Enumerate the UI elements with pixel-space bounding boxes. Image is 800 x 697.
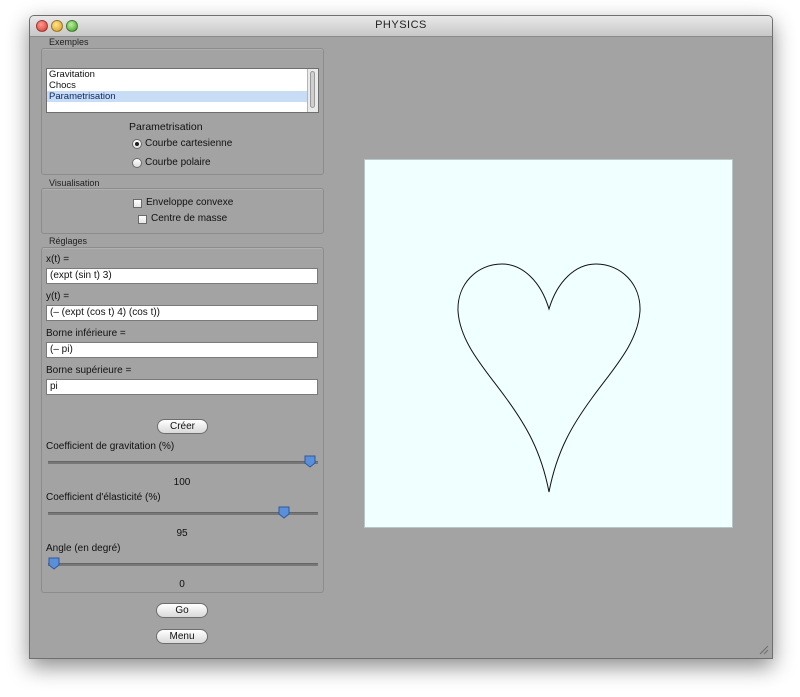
radio-label-polaire[interactable]: Courbe polaire xyxy=(145,157,211,168)
x-field-label: x(t) = xyxy=(46,254,70,265)
visualisation-group-label: Visualisation xyxy=(49,178,100,188)
elasticite-slider-thumb[interactable] xyxy=(278,506,290,519)
x-expression-input[interactable]: (expt (sin t) 3) xyxy=(46,268,318,284)
checkbox-enveloppe-convexe[interactable] xyxy=(133,199,142,208)
checkbox-label-centre[interactable]: Centre de masse xyxy=(151,213,227,224)
menu-button[interactable]: Menu xyxy=(156,629,208,644)
list-item-selected[interactable]: Parametrisation xyxy=(47,91,318,102)
radio-courbe-polaire[interactable] xyxy=(132,158,142,168)
gravitation-slider-track[interactable] xyxy=(48,461,318,464)
elasticite-value: 95 xyxy=(176,528,188,539)
exemples-group: Gravitation Chocs Parametrisation Parame… xyxy=(41,48,324,175)
angle-value: 0 xyxy=(179,579,185,590)
radio-label-cartesienne[interactable]: Courbe cartesienne xyxy=(145,138,232,149)
gravitation-label: Coefficient de gravitation (%) xyxy=(46,441,175,452)
upper-bound-input[interactable]: pi xyxy=(46,379,318,395)
window-title: PHYSICS xyxy=(375,19,427,31)
lower-bound-input[interactable]: (– pi) xyxy=(46,342,318,358)
y-expression-input[interactable]: (– (expt (cos t) 4) (cos t)) xyxy=(46,305,318,321)
resize-grip-icon[interactable] xyxy=(757,643,769,655)
y-field-label: y(t) = xyxy=(46,291,70,302)
lower-bound-label: Borne inférieure = xyxy=(46,328,126,339)
creer-button[interactable]: Créer xyxy=(157,419,208,434)
list-item[interactable]: Gravitation xyxy=(47,69,318,80)
list-scrollbar[interactable] xyxy=(307,69,318,112)
angle-slider-track[interactable] xyxy=(48,563,318,566)
exemples-group-label: Exemples xyxy=(49,37,89,47)
angle-label: Angle (en degré) xyxy=(46,543,121,554)
parametric-curve xyxy=(457,263,641,493)
elasticite-label: Coefficient d'élasticité (%) xyxy=(46,492,161,503)
upper-bound-label: Borne supérieure = xyxy=(46,365,132,376)
list-item[interactable]: Chocs xyxy=(47,80,318,91)
checkbox-centre-de-masse[interactable] xyxy=(138,215,147,224)
gravitation-value: 100 xyxy=(173,477,191,488)
parametrisation-title: Parametrisation xyxy=(129,121,203,133)
gravitation-slider-thumb[interactable] xyxy=(304,455,316,468)
reglages-group: x(t) = (expt (sin t) 3) y(t) = (– (expt … xyxy=(41,247,324,593)
angle-slider-thumb[interactable] xyxy=(48,557,60,570)
title-bar: PHYSICS xyxy=(30,16,772,37)
checkbox-label-enveloppe[interactable]: Enveloppe convexe xyxy=(146,197,233,208)
physics-window: PHYSICS Exemples Gravitation Chocs Param… xyxy=(29,15,773,659)
exemples-list[interactable]: Gravitation Chocs Parametrisation xyxy=(46,68,319,113)
reglages-group-label: Réglages xyxy=(49,236,88,246)
scrollbar-thumb[interactable] xyxy=(310,71,315,108)
visualisation-group: Enveloppe convexe Centre de masse xyxy=(41,188,324,234)
go-button[interactable]: Go xyxy=(156,603,208,618)
radio-courbe-cartesienne[interactable] xyxy=(132,139,142,149)
heart-curve-plot xyxy=(457,263,641,493)
drawing-canvas[interactable] xyxy=(364,159,733,528)
